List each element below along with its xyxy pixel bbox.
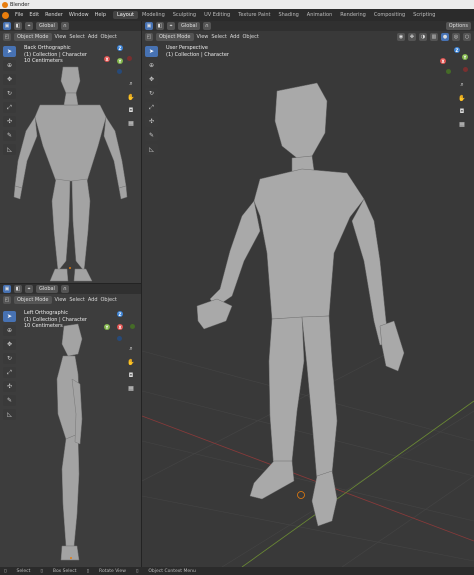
menu-edit[interactable]: Edit	[26, 12, 42, 18]
mouse-left-icon: ▯	[4, 568, 7, 574]
status-context-menu: Object Context Menu	[148, 568, 196, 574]
character-back-view	[13, 66, 128, 282]
workspace-tab-uv-editing[interactable]: UV Editing	[200, 11, 234, 19]
status-box-select: Box Select	[52, 568, 77, 574]
viewport-user-perspective[interactable]: ▣ ◧ ⌖ Global ∩ Options ◰ Object Mode Vie…	[142, 21, 474, 567]
status-select: Select	[16, 568, 31, 574]
workspace-tab-texture-paint[interactable]: Texture Paint	[234, 11, 274, 19]
window-title: Blender	[10, 1, 30, 8]
status-rotate-view: Rotate View	[99, 568, 126, 574]
blender-logo-icon	[2, 1, 8, 8]
workspace-tab-scripting[interactable]: Scripting	[409, 11, 439, 19]
viewport-back-orthographic[interactable]: ▣ ◧ ⌖ Global ∩ ◰ Object Mode View Select…	[0, 21, 141, 283]
menu-window[interactable]: Window	[66, 12, 92, 18]
window-titlebar: Blender	[0, 0, 474, 9]
mouse-middle-icon: ▯	[86, 568, 90, 574]
mouse-right-icon: ▯	[135, 568, 139, 574]
character-mesh	[196, 82, 405, 527]
3d-cursor-icon	[297, 491, 305, 499]
workspace-tab-layout[interactable]: Layout	[113, 11, 138, 19]
perspective-scene	[142, 82, 474, 567]
x-axis-line	[142, 415, 474, 542]
top-menubar: File Edit Render Window Help Layout Mode…	[0, 9, 474, 21]
status-bar: ▯ Select ▯ Box Select ▯ Rotate View ▯ Ob…	[0, 567, 474, 575]
viewport-left-orthographic[interactable]: ▣ ◧ ⌖ Global ∩ ◰ Object Mode View Select…	[0, 284, 141, 567]
workspace-tab-animation[interactable]: Animation	[303, 11, 337, 19]
menu-render[interactable]: Render	[42, 12, 66, 18]
floor-grid	[142, 350, 474, 567]
blender-menu-icon[interactable]	[2, 11, 9, 19]
menu-help[interactable]: Help	[92, 12, 109, 18]
workspace-tab-rendering[interactable]: Rendering	[336, 11, 370, 19]
workspace-tab-modeling[interactable]: Modeling	[138, 11, 169, 19]
mouse-drag-icon: ▯	[40, 568, 43, 574]
workspace-tab-compositing[interactable]: Compositing	[370, 11, 409, 19]
character-side-view	[56, 323, 83, 561]
menu-file[interactable]: File	[12, 12, 26, 18]
workspace-tab-shading[interactable]: Shading	[274, 11, 302, 19]
workspace-tab-sculpting[interactable]: Sculpting	[169, 11, 200, 19]
